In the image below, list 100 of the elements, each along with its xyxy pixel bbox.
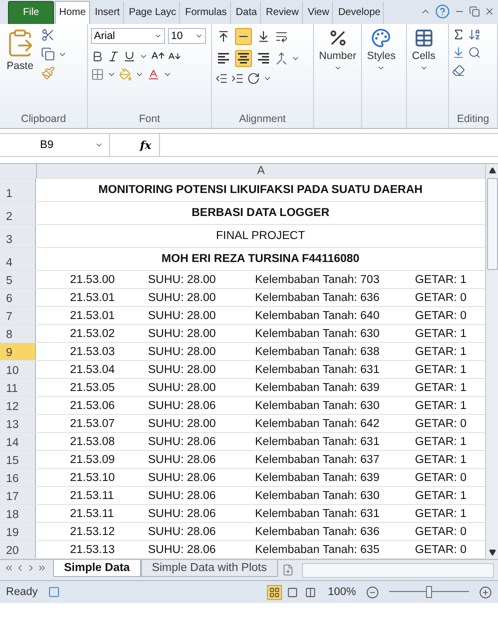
table-cell-text: GETAR: 1 — [415, 274, 468, 286]
table-cell-text: GETAR: 0 — [415, 544, 468, 556]
table-cell-text: GETAR: 0 — [415, 418, 468, 430]
row-header[interactable]: 12 — [0, 397, 36, 414]
table-cell-text: GETAR: 1 — [415, 436, 468, 448]
table-cell-text: 21.53.06 — [70, 400, 116, 412]
table-cell-text: 21.53.01 — [70, 292, 116, 304]
table-cell-text: 21.53.01 — [70, 310, 116, 322]
group-label: Editing — [456, 113, 490, 127]
row-header[interactable]: 6 — [0, 289, 36, 306]
row-header[interactable]: 20 — [0, 541, 36, 558]
group-label: Font — [138, 113, 161, 127]
sheet-tab[interactable]: Simple Data — [53, 560, 141, 577]
table-cell-text: 21.53.07 — [70, 418, 116, 430]
number-button[interactable]: Number — [317, 28, 358, 128]
table-cell-text: SUHU: 28.00 — [148, 328, 217, 340]
table-cell-text: GETAR: 1 — [415, 328, 468, 340]
zoom-level[interactable]: 100% — [328, 586, 356, 598]
table-cell-text: Kelembaban Tanah: 630 — [255, 490, 380, 502]
table-cell-text: SUHU: 28.00 — [148, 292, 217, 304]
table-cell-text: 21.53.05 — [70, 382, 116, 394]
table-cell-text: GETAR: 0 — [415, 310, 468, 322]
table-cell-text: SUHU: 28.00 — [148, 418, 217, 430]
table-cell-text: MONITORING POTENSI LIKUIFAKSI PADA SUATU DAERAH — [97, 184, 424, 196]
group-label: Clipboard — [20, 113, 67, 127]
table-cell-text: 21.53.10 — [70, 472, 116, 484]
table-cell-text: SUHU: 28.00 — [148, 364, 217, 376]
row-header[interactable]: 13 — [0, 415, 36, 432]
row-header[interactable]: 17 — [0, 487, 36, 504]
row-header[interactable]: 18 — [0, 505, 36, 522]
row-header[interactable]: 4 — [0, 248, 36, 270]
row-header[interactable]: 9 — [0, 343, 36, 360]
row-header[interactable]: 19 — [0, 523, 36, 540]
row-header[interactable]: 7 — [0, 307, 36, 324]
table-cell-text: SUHU: 28.06 — [148, 454, 217, 466]
table-cell-text: GETAR: 1 — [415, 364, 468, 376]
table-cell-text: SUHU: 28.06 — [148, 436, 217, 448]
table-cell-text: Kelembaban Tanah: 636 — [255, 292, 380, 304]
row-header[interactable]: 3 — [0, 225, 36, 247]
styles-button[interactable]: Styles — [365, 28, 398, 128]
table-cell-text: Kelembaban Tanah: 630 — [255, 400, 380, 412]
table-cell-text: SUHU: 28.00 — [148, 382, 217, 394]
menu-tab[interactable]: File — [8, 1, 54, 24]
table-cell-text: Kelembaban Tanah: 638 — [255, 346, 380, 358]
table-cell-text: 21.53.12 — [70, 526, 116, 538]
row-header[interactable]: 16 — [0, 469, 36, 486]
column-header[interactable]: A — [37, 164, 485, 178]
table-cell-text: Kelembaban Tanah: 630 — [255, 328, 380, 340]
table-cell-text: 21.53.13 — [70, 544, 116, 556]
row-header[interactable]: 11 — [0, 379, 36, 396]
menu-tab[interactable]: Home — [55, 1, 90, 24]
table-cell-text: SUHU: 28.00 — [148, 310, 217, 322]
table-cell-text: GETAR: 1 — [415, 454, 468, 466]
row-header[interactable]: 10 — [0, 361, 36, 378]
paste-button[interactable]: Paste — [3, 28, 37, 113]
table-cell-text: SUHU: 28.06 — [148, 544, 217, 556]
table-cell-text: SUHU: 28.06 — [148, 526, 217, 538]
table-cell-text: 21.53.09 — [70, 454, 116, 466]
table-cell-text: Kelembaban Tanah: 703 — [255, 274, 380, 286]
row-header[interactable]: 15 — [0, 451, 36, 468]
table-cell-text: GETAR: 0 — [415, 526, 468, 538]
table-cell-text: 21.53.03 — [70, 346, 116, 358]
cells-button[interactable]: Cells — [410, 28, 438, 128]
table-cell-text: Kelembaban Tanah: 635 — [255, 544, 380, 556]
name-box[interactable]: B9 — [0, 134, 110, 156]
table-cell-text: SUHU: 28.00 — [148, 346, 217, 358]
table-cell-text: Kelembaban Tanah: 639 — [255, 472, 380, 484]
table-cell-text: SUHU: 28.06 — [148, 490, 217, 502]
table-cell-text: 21.53.11 — [70, 508, 115, 520]
row-header[interactable]: 14 — [0, 433, 36, 450]
table-cell-text: Kelembaban Tanah: 640 — [255, 310, 380, 322]
table-cell-text: 21.53.04 — [70, 364, 116, 376]
table-cell-text: BERBASI DATA LOGGER — [190, 207, 330, 219]
group-label: Alignment — [238, 113, 287, 127]
table-cell-text: Kelembaban Tanah: 631 — [255, 508, 380, 520]
table-cell-text: SUHU: 28.06 — [148, 472, 217, 484]
row-header[interactable]: 5 — [0, 271, 36, 288]
table-cell-text: MOH ERI REZA TURSINA F44116080 — [160, 253, 360, 265]
font-size-field[interactable]: 10 — [168, 28, 206, 44]
table-cell-text: GETAR: 1 — [415, 508, 468, 520]
table-cell-text: SUHU: 28.06 — [148, 400, 217, 412]
table-cell-text: GETAR: 1 — [415, 400, 468, 412]
table-cell-text: GETAR: 1 — [415, 346, 468, 358]
row-header[interactable]: 2 — [0, 202, 36, 224]
table-cell-text: 21.53.11 — [70, 490, 115, 502]
row-header[interactable]: 1 — [0, 179, 36, 201]
table-cell-text: 21.53.00 — [70, 274, 116, 286]
table-cell-text: Kelembaban Tanah: 642 — [255, 418, 380, 430]
font-name-field[interactable]: Arial — [91, 28, 165, 44]
insert-function-button[interactable]: fx — [110, 134, 160, 156]
row-header[interactable]: 8 — [0, 325, 36, 342]
table-cell-text: GETAR: 1 — [415, 382, 468, 394]
table-cell-text: Kelembaban Tanah: 639 — [255, 382, 380, 394]
table-cell-text: SUHU: 28.06 — [148, 508, 217, 520]
table-cell-text: Kelembaban Tanah: 636 — [255, 526, 380, 538]
table-cell-text: Kelembaban Tanah: 631 — [255, 364, 380, 376]
table-cell-text: GETAR: 0 — [415, 292, 468, 304]
sheet-tab[interactable]: Simple Data with Plots — [140, 560, 278, 577]
table-cell-text: 21.53.08 — [70, 436, 116, 448]
table-cell-text: SUHU: 28.00 — [148, 274, 217, 286]
